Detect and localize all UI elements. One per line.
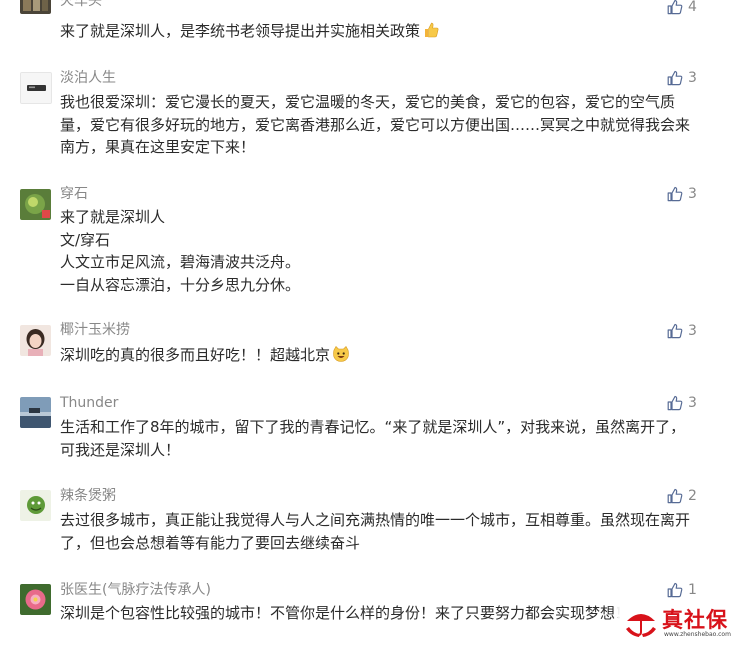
comment-text: 来了就是深圳人，是李统书老领导提出并实施相关政策 [60, 22, 421, 40]
like-count: 3 [688, 186, 697, 202]
thumbs-up-icon [667, 395, 683, 411]
comment-text: 生活和工作了8年的城市，留下了我的青春记忆。“来了就是深圳人”，对我来说，虽然离… [60, 418, 686, 459]
thumbs-up-icon [667, 488, 683, 504]
like-count: 4 [688, 0, 697, 15]
comment-nickname[interactable]: 火车头 [60, 0, 102, 11]
like-count: 2 [688, 488, 697, 504]
comment-nickname[interactable]: 椰汁玉米捞 [60, 320, 130, 340]
thumbs-up-icon [667, 323, 683, 339]
comment-nickname[interactable]: 淡泊人生 [60, 68, 116, 88]
like-button[interactable]: 3 [667, 393, 697, 413]
watermark: 真社保 www.zhenshebao.com [618, 600, 741, 646]
comment-nickname[interactable]: Thunder [60, 393, 118, 413]
avatar[interactable] [20, 325, 51, 356]
thumbs-up-icon [667, 582, 683, 598]
avatar[interactable] [20, 189, 51, 220]
comment-text: 来了就是深圳人 文/穿石 人文立市足风流，碧海清波共泛舟。 一自从容忘漂泊，十分… [60, 208, 301, 294]
like-button[interactable]: 3 [667, 321, 697, 341]
like-count: 3 [688, 395, 697, 411]
grinning-cat-emoji [332, 345, 350, 363]
avatar[interactable] [20, 397, 51, 428]
avatar[interactable] [20, 72, 52, 104]
umbrella-hands-logo-icon [626, 614, 656, 637]
like-button[interactable]: 3 [667, 68, 697, 88]
like-count: 3 [688, 70, 697, 86]
comment-text: 我也很爱深圳：爱它漫长的夏天，爱它温暖的冬天，爱它的美食，爱它的包容，爱它的空气… [60, 93, 691, 156]
watermark-url: www.zhenshebao.com [664, 631, 731, 638]
thumbs-up-icon [667, 0, 683, 15]
like-count: 1 [688, 582, 697, 598]
like-button[interactable]: 4 [667, 0, 697, 17]
like-button[interactable]: 1 [667, 580, 697, 600]
comment-nickname[interactable]: 穿石 [60, 184, 88, 204]
thumbs-up-icon [667, 186, 683, 202]
watermark-title: 真社保 [662, 608, 728, 632]
avatar[interactable] [20, 0, 51, 14]
avatar[interactable] [20, 584, 51, 615]
comment-text: 深圳吃的真的很多而且好吃！！超越北京 [60, 346, 331, 364]
thumbs-up-icon [667, 70, 683, 86]
comment-nickname[interactable]: 张医生(气脉疗法传承人) [60, 580, 211, 600]
comment-text: 去过很多城市，真正能让我觉得人与人之间充满热情的唯一一个城市，互相尊重。虽然现在… [60, 511, 691, 552]
avatar[interactable] [20, 490, 51, 521]
like-count: 3 [688, 323, 697, 339]
like-button[interactable]: 2 [667, 486, 697, 506]
comment-text: 深圳是个包容性比较强的城市！不管你是什么样的身份！来了只要努力都会实现梦想！ [60, 604, 631, 622]
like-button[interactable]: 3 [667, 184, 697, 204]
thumbs-up-emoji [422, 21, 440, 39]
comment-nickname[interactable]: 辣条煲粥 [60, 486, 116, 506]
